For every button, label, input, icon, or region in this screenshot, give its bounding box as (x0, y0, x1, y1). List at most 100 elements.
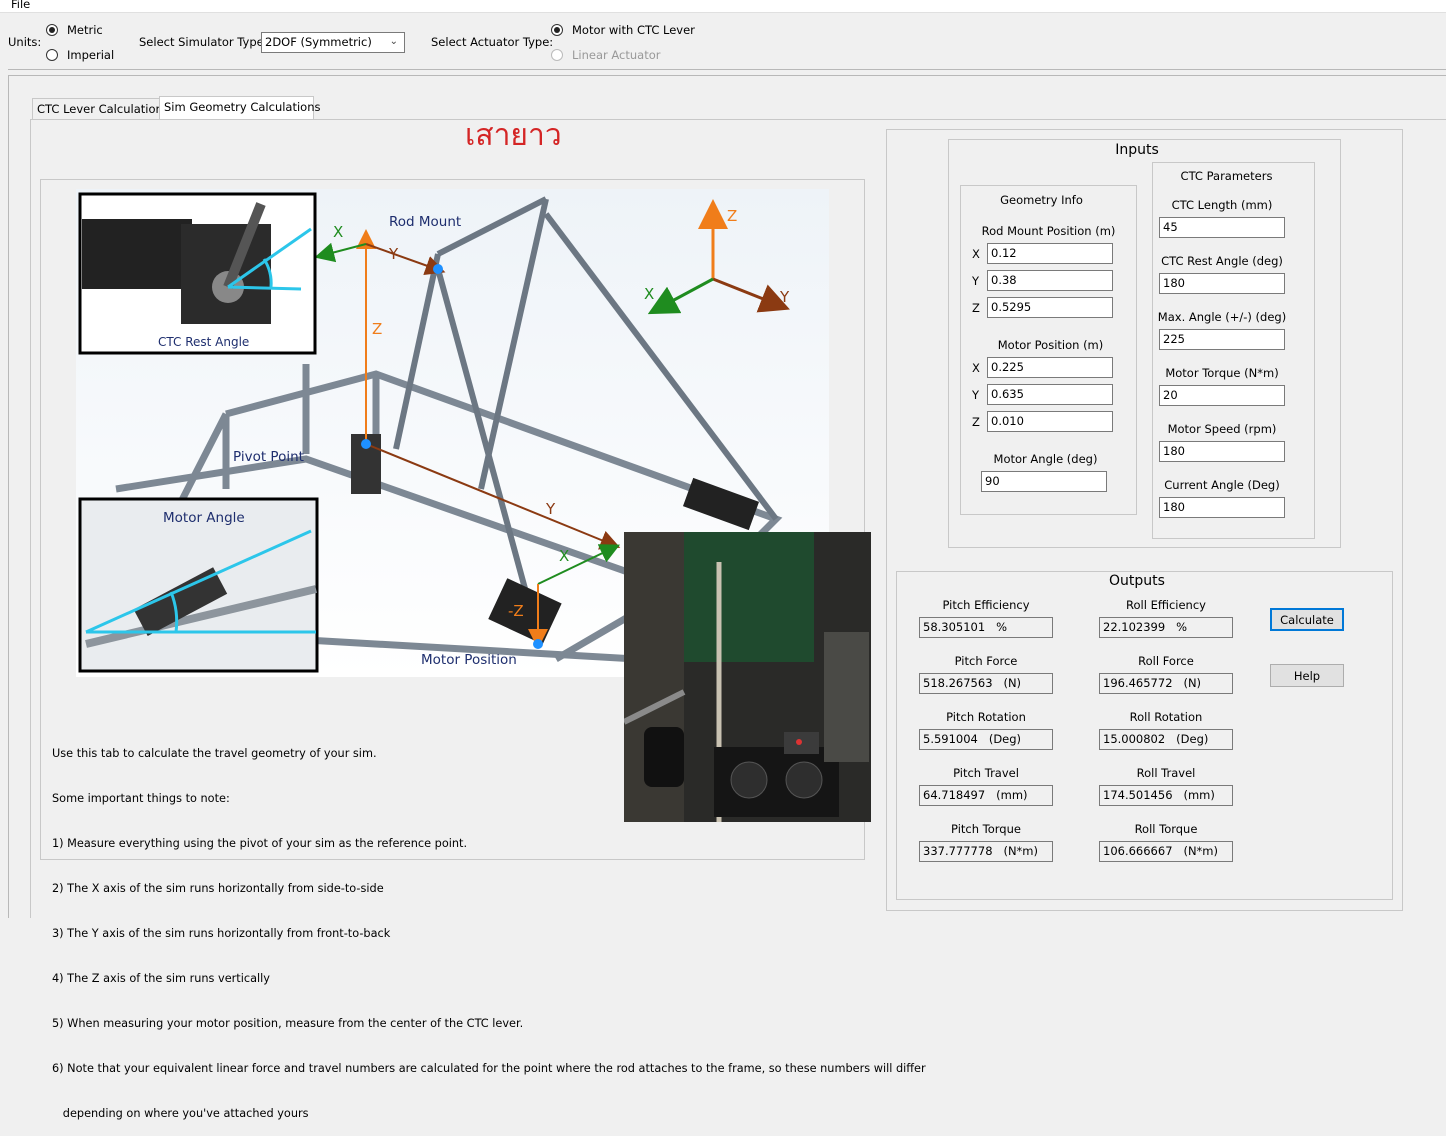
ctc-length-label: CTC Length (mm) (1171, 198, 1273, 212)
menu-bar (0, 0, 1446, 12)
rod-mount-x-input[interactable]: 0.12 (987, 243, 1113, 264)
actuator-linear-label: Linear Actuator (572, 48, 661, 62)
motor-angle-input[interactable]: 90 (981, 471, 1107, 492)
rod-mount-z-input[interactable]: 0.5295 (987, 297, 1113, 318)
axis-label-z: Z (372, 320, 382, 338)
menu-divider (0, 12, 1446, 13)
actuator-linear-radio (551, 49, 563, 64)
units-imperial-label[interactable]: Imperial (67, 48, 114, 62)
roll-travel-label: Roll Travel (1136, 766, 1196, 780)
outputs-title: Outputs (1096, 573, 1178, 589)
motor-position-label: Motor Position (421, 652, 517, 668)
motor-position-marker (533, 639, 543, 649)
pitch-rotation-label: Pitch Rotation (946, 710, 1026, 724)
units-metric-radio[interactable] (46, 24, 58, 39)
motor-position-title: Motor Position (m) (997, 338, 1104, 352)
axis-label-y: Y (388, 245, 399, 263)
ctc-rest-angle-label: CTC Rest Angle (deg) (1161, 254, 1283, 268)
axis-label-x: X (333, 223, 343, 241)
roll-rotation-label: Roll Rotation (1129, 710, 1203, 724)
ctc-rest-angle-inset: CTC Rest Angle (78, 192, 317, 355)
current-angle-input[interactable]: 180 (1159, 497, 1285, 518)
motor-angle-label: Motor Angle (deg) (993, 452, 1098, 466)
axis-label-z: Z (727, 207, 737, 225)
axis-label-x: X (644, 285, 654, 303)
rod-mount-marker (433, 264, 443, 274)
motor-y-input[interactable]: 0.635 (987, 384, 1113, 405)
actuator-type-label: Select Actuator Type: (431, 35, 554, 49)
actuator-motor-label[interactable]: Motor with CTC Lever (572, 23, 695, 37)
pitch-torque-output: 337.777778 (N*m) (919, 841, 1053, 862)
pivot-point-marker (361, 439, 371, 449)
pitch-efficiency-output: 58.305101 % (919, 617, 1053, 638)
rod-mount-y-input[interactable]: 0.38 (987, 270, 1113, 291)
tab-ctc-lever[interactable]: CTC Lever Calculations (32, 98, 169, 120)
motor-angle-inset: Motor Angle (78, 497, 319, 673)
rod-mount-position-label: Rod Mount Position (m) (981, 224, 1116, 238)
axis-label-neg-z: -Z (508, 602, 524, 620)
help-button[interactable]: Help (1270, 664, 1344, 687)
instruction-line: 6) Note that your equivalent linear forc… (52, 1062, 926, 1075)
axis-label-y: Y (545, 500, 556, 518)
units-imperial-radio[interactable] (46, 49, 58, 64)
inputs-title: Inputs (1098, 142, 1176, 158)
simulator-type-label: Select Simulator Type: (139, 35, 268, 49)
ctc-rest-angle-label: CTC Rest Angle (158, 335, 249, 349)
pitch-travel-output: 64.718497 (mm) (919, 785, 1053, 806)
motor-torque-input[interactable]: 20 (1159, 385, 1285, 406)
roll-efficiency-output: 22.102399 % (1099, 617, 1233, 638)
instructions-text: Use this tab to calculate the travel geo… (52, 716, 926, 1136)
motor-speed-label: Motor Speed (rpm) (1167, 422, 1277, 436)
pitch-torque-label: Pitch Torque (951, 822, 1021, 836)
max-angle-input[interactable]: 225 (1159, 329, 1285, 350)
tab-sim-geometry[interactable]: Sim Geometry Calculations (159, 96, 321, 120)
instruction-line: Use this tab to calculate the travel geo… (52, 747, 377, 760)
header-separator (8, 69, 1446, 70)
radio-selected-icon (551, 24, 563, 36)
ctc-rest-angle-input[interactable]: 180 (1159, 273, 1285, 294)
simulator-type-value: 2DOF (Symmetric) (265, 35, 372, 49)
overlay-thai-text: เสายาว (465, 118, 562, 153)
instruction-line: 4) The Z axis of the sim runs vertically (52, 972, 270, 985)
motor-x-axis: X (972, 361, 980, 375)
motor-x-input[interactable]: 0.225 (987, 357, 1113, 378)
motor-z-axis: Z (972, 415, 980, 429)
motor-y-axis: Y (972, 388, 980, 402)
roll-rotation-output: 15.000802 (Deg) (1099, 729, 1233, 750)
axis-label-y: Y (779, 288, 790, 306)
pitch-force-label: Pitch Force (954, 654, 1018, 668)
pitch-travel-label: Pitch Travel (953, 766, 1019, 780)
roll-torque-label: Roll Torque (1134, 822, 1198, 836)
rod-mount-label: Rod Mount (389, 214, 461, 230)
roll-force-label: Roll Force (1138, 654, 1194, 668)
chevron-down-icon: ⌄ (389, 36, 398, 47)
roll-travel-output: 174.501456 (mm) (1099, 785, 1233, 806)
instruction-line: Some important things to note: (52, 792, 230, 805)
max-angle-label: Max. Angle (+/-) (deg) (1157, 310, 1287, 324)
simulator-type-select[interactable]: 2DOF (Symmetric) ⌄ (261, 32, 405, 53)
motor-z-input[interactable]: 0.010 (987, 411, 1113, 432)
rod-mount-x-axis: X (972, 247, 980, 261)
axis-label-x: X (559, 547, 569, 565)
ctc-length-input[interactable]: 45 (1159, 217, 1285, 238)
radio-selected-icon (46, 24, 58, 36)
instruction-line: depending on where you've attached yours (52, 1107, 309, 1120)
instruction-line: 3) The Y axis of the sim runs horizontal… (52, 927, 391, 940)
pitch-rotation-output: 5.591004 (Deg) (919, 729, 1053, 750)
geometry-info-title: Geometry Info (1000, 193, 1083, 207)
calculate-button[interactable]: Calculate (1270, 608, 1344, 631)
roll-force-output: 196.465772 (N) (1099, 673, 1233, 694)
rod-mount-z-axis: Z (972, 301, 980, 315)
radio-disabled-icon (551, 49, 563, 61)
menu-file[interactable]: File (11, 0, 30, 11)
roll-efficiency-label: Roll Efficiency (1126, 598, 1206, 612)
ctc-parameters-title: CTC Parameters (1180, 169, 1273, 183)
current-angle-label: Current Angle (Deg) (1164, 478, 1280, 492)
pitch-force-output: 518.267563 (N) (919, 673, 1053, 694)
instruction-line: 2) The X axis of the sim runs horizontal… (52, 882, 384, 895)
units-metric-label[interactable]: Metric (67, 23, 103, 37)
radio-empty-icon (46, 49, 58, 61)
motor-speed-input[interactable]: 180 (1159, 441, 1285, 462)
instruction-line: 5) When measuring your motor position, m… (52, 1017, 524, 1030)
actuator-motor-radio[interactable] (551, 24, 563, 39)
